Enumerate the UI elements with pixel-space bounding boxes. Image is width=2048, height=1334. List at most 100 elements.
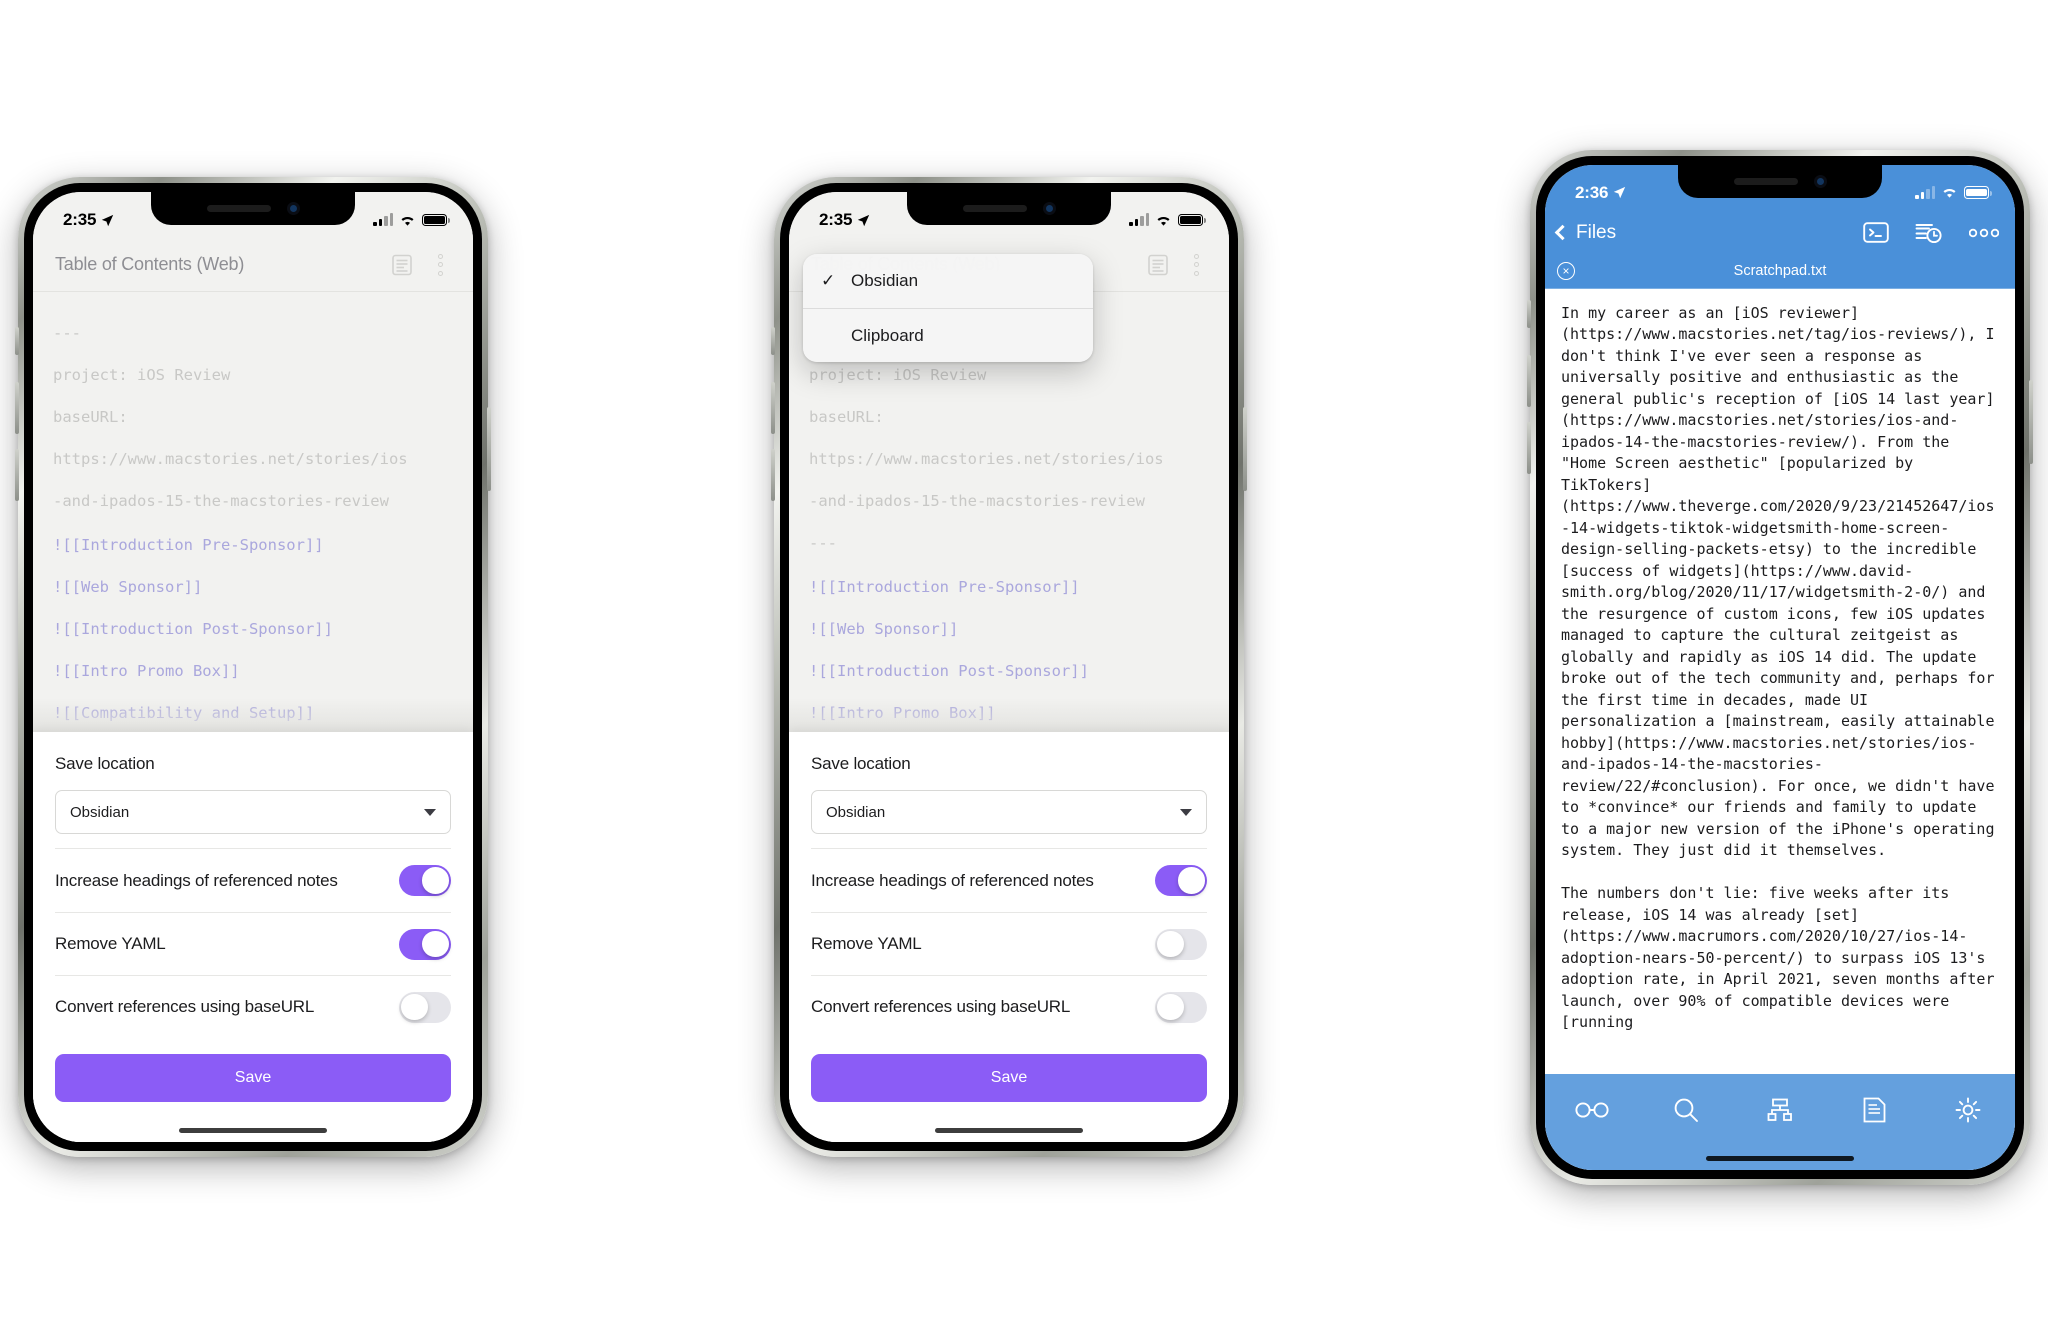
search-icon[interactable] <box>1664 1090 1708 1130</box>
sheet-bottom-pad <box>811 1102 1207 1142</box>
status-right <box>1915 185 1992 199</box>
option-row[interactable]: Increase headings of referenced notes <box>811 849 1207 912</box>
home-indicator[interactable] <box>935 1128 1083 1133</box>
save-button[interactable]: Save <box>811 1054 1207 1102</box>
status-right <box>373 213 450 227</box>
phone-1-screen: 2:35 Table of Contents (Web) --- project… <box>33 192 473 1142</box>
frontmatter-line: https://www.macstories.net/stories/ios <box>809 450 1164 468</box>
toggle-convert-references[interactable] <box>399 991 451 1023</box>
navigation-bar: Files <box>1545 210 2015 255</box>
list-clock-icon[interactable] <box>1915 222 1943 244</box>
screenshot-stage: 2:35 Table of Contents (Web) --- project… <box>0 0 2048 1334</box>
home-indicator[interactable] <box>179 1128 327 1133</box>
frontmatter-line: project: iOS Review <box>53 366 231 384</box>
save-location-value: Obsidian <box>70 803 130 821</box>
file-tab-title[interactable]: Scratchpad.txt <box>1734 263 1827 279</box>
phone-3: 2:36 Files × Scratchpad.txt In my career… <box>1527 149 2033 1185</box>
volume-down-button[interactable] <box>15 449 19 501</box>
frontmatter-block: --- project: iOS Review baseURL: https:/… <box>53 320 453 514</box>
frontmatter-line: -and-ipados-15-the-macstories-review <box>53 492 389 510</box>
toggle-increase-headings[interactable] <box>399 865 451 896</box>
frontmatter-line: -and-ipados-15-the-macstories-review <box>809 492 1145 510</box>
option-row[interactable]: Increase headings of referenced notes <box>55 849 451 912</box>
frontmatter-line: https://www.macstories.net/stories/ios <box>53 450 408 468</box>
gear-icon[interactable] <box>1946 1090 1990 1130</box>
dropdown-option-label: Obsidian <box>851 271 919 290</box>
option-row[interactable]: Convert references using baseURL <box>55 975 451 1038</box>
location-arrow-icon <box>1614 186 1626 199</box>
editor-paragraph: In my career as an [iOS reviewer](https:… <box>1561 303 2004 860</box>
front-camera <box>286 202 300 215</box>
document-icon[interactable] <box>385 248 419 282</box>
save-button[interactable]: Save <box>55 1054 451 1102</box>
terminal-icon[interactable] <box>1863 222 1889 243</box>
chevron-left-icon <box>1554 224 1571 241</box>
battery-icon <box>1964 186 1992 199</box>
save-location-dropdown[interactable]: ✓ Obsidian Clipboard <box>803 254 1093 362</box>
phone-2-bezel: 2:35 Table of Contents (Web) <box>780 183 1238 1151</box>
power-button[interactable] <box>1243 407 1247 491</box>
sheet-bottom-pad <box>55 1102 451 1142</box>
save-location-select[interactable]: Obsidian <box>55 790 451 834</box>
volume-up-button[interactable] <box>15 382 19 434</box>
silent-switch[interactable] <box>15 327 19 355</box>
wifi-icon <box>1943 188 1956 198</box>
volume-up-button[interactable] <box>771 382 775 434</box>
option-label: Remove YAML <box>811 934 922 953</box>
earpiece-speaker <box>1733 177 1798 185</box>
embed-line: ![[Introduction Pre-Sponsor]] <box>53 536 324 554</box>
toggle-remove-yaml[interactable] <box>1155 928 1207 960</box>
wifi-icon <box>401 216 414 226</box>
sitemap-outline-icon[interactable] <box>1758 1090 1802 1130</box>
volume-up-button[interactable] <box>1527 354 1531 407</box>
option-row[interactable]: Remove YAML <box>811 912 1207 975</box>
location-arrow-icon <box>858 214 870 226</box>
back-to-files-button[interactable]: Files <box>1554 222 1616 244</box>
phone-2: 2:35 Table of Contents (Web) <box>771 177 1247 1157</box>
file-tab-bar: × Scratchpad.txt <box>1545 254 2015 289</box>
text-editor[interactable]: In my career as an [iOS reviewer](https:… <box>1545 288 2015 1170</box>
option-row[interactable]: Remove YAML <box>55 912 451 975</box>
save-location-value: Obsidian <box>826 803 886 821</box>
notch <box>1678 164 1882 198</box>
save-location-select[interactable]: Obsidian <box>811 790 1207 834</box>
option-label: Increase headings of referenced notes <box>811 870 1094 890</box>
obsidian-shortcut-app: Table of Contents (Web) --- <box>789 192 1229 1142</box>
nav-tools <box>1863 222 1999 244</box>
chevron-down-icon <box>1180 808 1192 816</box>
toggle-convert-references[interactable] <box>1155 991 1207 1023</box>
close-circle-icon[interactable]: × <box>1557 262 1575 280</box>
more-vertical-icon[interactable] <box>423 248 457 282</box>
frontmatter-line: baseURL: <box>53 408 128 426</box>
option-label: Remove YAML <box>55 934 166 953</box>
silent-switch[interactable] <box>1527 299 1531 328</box>
embed-line: ![[Introduction Post-Sponsor]] <box>809 662 1089 680</box>
phone-3-bezel: 2:36 Files × Scratchpad.txt In my career… <box>1536 155 2024 1179</box>
option-label: Convert references using baseURL <box>55 997 315 1016</box>
embed-line: ![[Intro Promo Box]] <box>53 662 240 680</box>
home-indicator[interactable] <box>1706 1155 1854 1161</box>
glasses-preview-icon[interactable] <box>1570 1090 1614 1130</box>
battery-icon <box>1178 213 1206 227</box>
dropdown-option-clipboard[interactable]: Clipboard <box>803 308 1093 362</box>
earpiece-speaker <box>962 205 1027 212</box>
embed-line: ![[Introduction Post-Sponsor]] <box>53 620 333 638</box>
power-button[interactable] <box>487 407 491 491</box>
markdown-editor[interactable]: --- project: iOS Review baseURL: https:/… <box>33 292 473 732</box>
power-button[interactable] <box>2029 379 2033 464</box>
document-icon[interactable] <box>1141 248 1175 282</box>
toggle-remove-yaml[interactable] <box>399 928 451 960</box>
document-icon[interactable] <box>1852 1090 1896 1130</box>
textastic-app: Files × Scratchpad.txt In my career as a… <box>1545 164 2015 1170</box>
volume-down-button[interactable] <box>1527 421 1531 474</box>
volume-down-button[interactable] <box>771 449 775 501</box>
option-row[interactable]: Convert references using baseURL <box>811 975 1207 1038</box>
dropdown-option-obsidian[interactable]: ✓ Obsidian <box>803 254 1093 308</box>
more-vertical-icon[interactable] <box>1179 248 1213 282</box>
phone-3-screen: 2:36 Files × Scratchpad.txt In my career… <box>1545 164 2015 1170</box>
editor-paragraph: The numbers don't lie: five weeks after … <box>1561 884 2004 1031</box>
silent-switch[interactable] <box>771 327 775 355</box>
toggle-increase-headings[interactable] <box>1155 865 1207 896</box>
more-horizontal-icon[interactable] <box>1969 228 1999 238</box>
